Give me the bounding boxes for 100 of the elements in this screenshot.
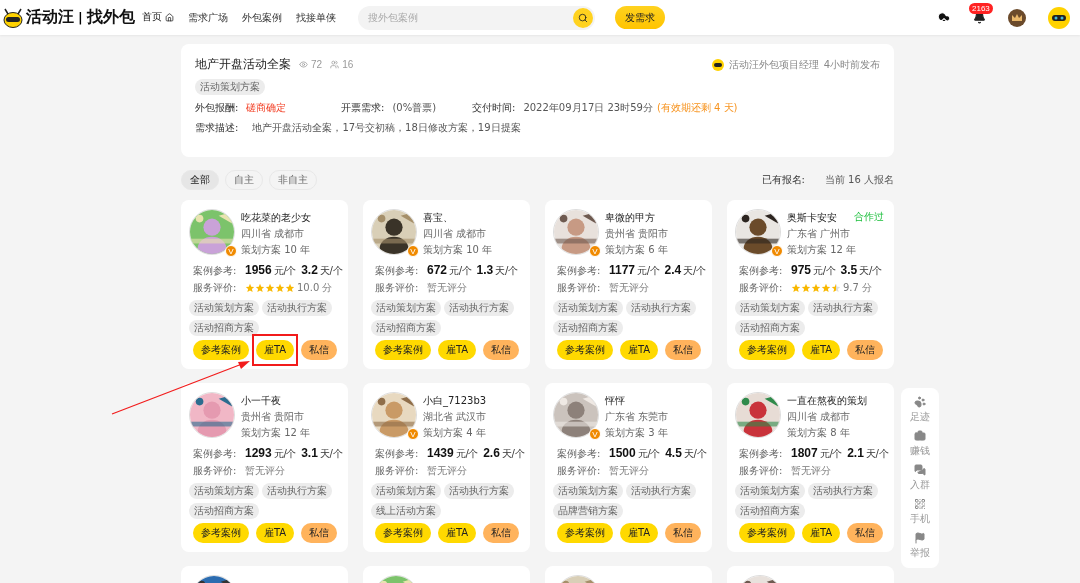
skill-tag: 活动策划方案 [189,483,259,499]
message-button[interactable]: 私信 [301,340,338,360]
stat-label: 案例参考: [375,264,420,278]
view-count: 72 [299,59,323,70]
stat-label: 案例参考: [739,264,784,278]
stat-label: 服务评价: [375,281,420,295]
search-field[interactable]: 搜外包案例 [358,5,595,30]
cooperated-label: 合作过 [854,210,884,224]
rating-score: 暂无评分 [245,464,285,478]
skill-tag: 活动招商方案 [553,320,623,336]
message-button[interactable]: 私信 [847,340,884,360]
skill-tag: 活动执行方案 [262,483,332,499]
days-unit: 天/个 [495,264,518,278]
nav-link[interactable]: 外包案例 [242,10,282,25]
designer-name: 小白_7123b3 [423,394,487,408]
reference-cases-button[interactable]: 参考案例 [193,340,249,360]
reference-cases-button[interactable]: 参考案例 [739,523,795,543]
verified-badge: V [407,245,419,257]
notification-badge: 2163 [969,3,993,14]
reference-cases-button[interactable]: 参考案例 [193,523,249,543]
applicant-count: 16 [330,59,354,70]
home-icon [165,12,174,22]
rating-score: 9.7 分 [843,281,873,295]
price-value: 1500 [609,446,636,460]
experience-text: 策划方案 12 年 [787,243,857,257]
price-value: 1439 [427,446,454,460]
price-unit: 元/个 [455,447,479,461]
stat-label: 案例参考: [557,447,602,461]
paw-icon[interactable] [914,396,926,408]
stat-label: 服务评价: [739,281,784,295]
nav-link[interactable]: 找接单侠 [296,10,336,25]
qr-code-icon[interactable] [914,498,926,510]
hire-button[interactable]: 雇TA [438,523,477,543]
search-icon [578,12,588,23]
hire-button[interactable]: 雇TA [256,523,295,543]
price-unit: 元/个 [637,264,660,278]
designer-name: 小一千夜 [241,394,282,408]
message-button[interactable]: 私信 [665,340,702,360]
bee-avatar-icon[interactable] [1048,6,1070,29]
nav-link[interactable]: 需求广场 [188,10,228,25]
stat-label: 案例参考: [375,447,420,461]
hire-button[interactable]: 雇TA [620,523,659,543]
stat-label: 服务评价: [557,464,602,478]
skill-tag: 活动执行方案 [444,300,514,316]
crown-avatar-icon[interactable] [1008,8,1026,27]
message-button[interactable]: 私信 [483,340,520,360]
message-button[interactable]: 私信 [301,523,338,543]
flag-icon[interactable] [914,532,926,544]
logo-subtitle: 找外包 [86,7,135,28]
verified-badge: V [771,245,783,257]
stat-label: 案例参考: [193,447,238,461]
hire-button[interactable]: 雇TA [802,340,841,360]
hire-button[interactable]: 雇TA [438,340,477,360]
reference-cases-button[interactable]: 参考案例 [557,523,613,543]
days-value: 3.5 [840,263,858,277]
bag-icon[interactable] [914,430,926,442]
hire-button[interactable]: 雇TA [802,523,841,543]
logo-divider: | [78,10,83,25]
experience-text: 策划方案 4 年 [423,426,487,440]
experience-text: 策划方案 3 年 [605,426,669,440]
hire-button[interactable]: 雇TA [620,340,659,360]
reference-cases-button[interactable]: 参考案例 [557,340,613,360]
skill-tag: 活动招商方案 [371,320,441,336]
days-unit: 天/个 [319,264,343,278]
field-value: (0%普票) [392,101,437,115]
skill-tag: 活动招商方案 [735,320,805,336]
price-unit: 元/个 [449,264,472,278]
demand-title: 地产开盘活动全案 [195,56,291,73]
message-button[interactable]: 私信 [483,523,520,543]
bell-icon[interactable] [973,11,986,24]
skill-tag: 活动策划方案 [735,483,805,499]
days-unit: 天/个 [501,447,525,461]
reference-cases-button[interactable]: 参考案例 [375,340,431,360]
reference-cases-button[interactable]: 参考案例 [739,340,795,360]
skill-tag: 活动执行方案 [808,483,878,499]
chat-icon[interactable] [914,464,926,476]
skill-tag: 活动策划方案 [371,483,441,499]
field-label: 交付时间: [472,101,516,115]
nav-link[interactable]: 首页 [142,10,174,25]
designer-name: 喜宝、 [423,211,454,225]
days-value: 3.2 [301,263,318,277]
reference-cases-button[interactable]: 参考案例 [375,523,431,543]
stat-label: 案例参考: [739,447,784,461]
bee-logo-icon [2,7,24,28]
message-button[interactable]: 私信 [847,523,884,543]
days-value: 1.3 [476,263,494,277]
stat-label: 服务评价: [557,281,602,295]
price-value: 1956 [245,263,272,277]
publisher-name: 活动汪外包项目经理 [728,57,819,72]
logo-text: 活动汪 [26,7,74,28]
designer-name: 一直在熬夜的策划 [787,394,867,408]
rating-score: 10.0 分 [297,281,333,295]
rating-score: 暂无评分 [791,464,831,478]
filter-tab[interactable]: 全部 [181,170,219,190]
post-request-button[interactable]: 发需求 [615,6,665,29]
stat-label: 案例参考: [193,264,238,278]
price-value: 975 [791,263,812,277]
skill-tag: 活动执行方案 [626,300,696,316]
message-button[interactable]: 私信 [665,523,702,543]
hire-button[interactable]: 雇TA [256,340,295,360]
